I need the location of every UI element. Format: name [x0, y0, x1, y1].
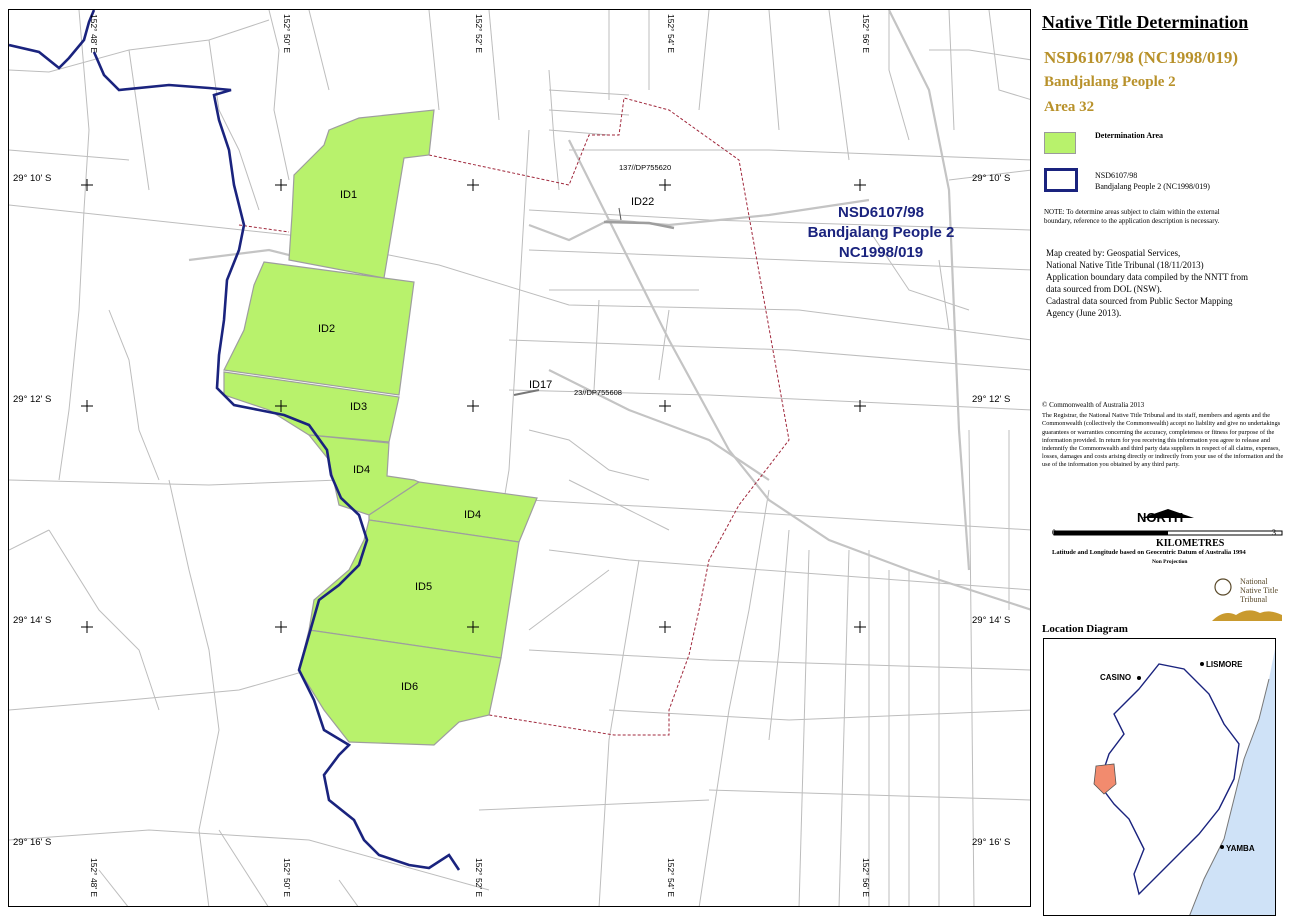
map-label-id5: ID5: [415, 581, 432, 593]
credits-line-6: Agency (June 2013).: [1046, 308, 1122, 318]
lat-label-left-2: 29° 12' S: [13, 394, 51, 405]
map-label-id22: ID22: [631, 196, 654, 208]
lon-label-bottom-3: 152° 52' E: [474, 858, 484, 897]
credits: Map created by: Geospatial Services, Nat…: [1046, 247, 1286, 319]
credits-line-1: Map created by: Geospatial Services,: [1046, 248, 1181, 258]
north-label: NORTH: [1137, 510, 1184, 525]
lat-label-right-4: 29° 16' S: [972, 837, 1010, 848]
credits-line-5: Cadastral data sourced from Public Secto…: [1046, 296, 1233, 306]
determination-area-swatch: [1044, 132, 1076, 154]
lon-label-bottom-1: 152° 48' E: [89, 858, 99, 897]
crest-icon: [1214, 578, 1232, 596]
location-diagram[interactable]: LISMORE CASINO YAMBA: [1043, 638, 1276, 916]
determination-areas[interactable]: [223, 109, 538, 746]
claim-name: Bandjalang People 2: [1044, 74, 1176, 90]
lon-label-top-1: 152° 48' E: [89, 14, 99, 53]
note-line-2: boundary, reference to the application d…: [1044, 217, 1220, 225]
nntt-logo-text: National Native Title Tribunal: [1240, 577, 1279, 604]
credits-line-4: data sourced from DOL (NSW).: [1046, 284, 1162, 294]
map-label-id3: ID3: [350, 401, 367, 413]
file-number: NSD6107/98 (NC1998/019): [1044, 48, 1239, 67]
boundary-label-1: NSD6107/98: [1095, 171, 1138, 180]
lon-label-bottom-2: 152° 50' E: [282, 858, 292, 897]
claim-label-1: NSD6107/98: [838, 204, 924, 221]
lat-label-right-2: 29° 12' S: [972, 394, 1010, 405]
map-canvas[interactable]: ID1 ID2 ID3 ID4 ID4 ID5 ID6 ID22 ID17 13…: [9, 10, 1031, 907]
map-label-id6: ID6: [401, 681, 418, 693]
credits-line-2: National Native Title Tribunal (18/11/20…: [1046, 260, 1204, 270]
scale-units: KILOMETRES: [1156, 538, 1225, 549]
projection-note: Non Projection: [1152, 559, 1188, 565]
scale-start: 0: [1052, 528, 1056, 537]
location-diagram-svg: LISMORE CASINO YAMBA: [1093, 649, 1275, 915]
map-label-id4a: ID4: [353, 464, 370, 476]
lat-label-right-1: 29° 10' S: [972, 173, 1010, 184]
map-label-id4b: ID4: [464, 509, 481, 521]
lat-label-left-1: 29° 10' S: [13, 173, 51, 184]
boundary-label-2: Bandjalang People 2 (NC1998/019): [1095, 182, 1210, 191]
lat-label-right-3: 29° 14' S: [972, 615, 1010, 626]
note-line-1: NOTE: To determine areas subject to clai…: [1044, 208, 1220, 216]
claim-label-3: NC1998/019: [839, 244, 923, 261]
lon-label-top-2: 152° 50' E: [282, 14, 292, 53]
legend-panel: Native Title Determination NSD6107/98 (N…: [1038, 9, 1290, 916]
lon-label-top-3: 152° 52' E: [474, 14, 484, 53]
town-lismore: LISMORE: [1206, 660, 1243, 669]
disclaimer: The Registrar, the National Native Title…: [1042, 412, 1284, 469]
copyright: © Commonwealth of Australia 2013: [1042, 401, 1145, 409]
scale-end: 3: [1272, 528, 1276, 537]
lon-label-bottom-5: 152° 56' E: [861, 858, 871, 897]
town-yamba: YAMBA: [1226, 844, 1255, 853]
datum-note: Latitude and Longitude based on Geocentr…: [1052, 549, 1246, 556]
lat-label-left-4: 29° 16' S: [13, 837, 51, 848]
parcel-label-2: 23//DP755608: [574, 388, 622, 397]
page-title: Native Title Determination: [1042, 12, 1249, 32]
map-label-id2: ID2: [318, 323, 335, 335]
town-casino: CASINO: [1100, 673, 1131, 682]
lon-label-bottom-4: 152° 54' E: [666, 858, 676, 897]
map-label-id17: ID17: [529, 379, 552, 391]
legal-text: © Commonwealth of Australia 2013 The Reg…: [1042, 401, 1288, 470]
map-frame[interactable]: ID1 ID2 ID3 ID4 ID4 ID5 ID6 ID22 ID17 13…: [8, 9, 1031, 907]
area-name: Area 32: [1044, 99, 1095, 115]
lat-label-left-3: 29° 14' S: [13, 615, 51, 626]
area-id1: [288, 109, 435, 279]
location-diagram-title: Location Diagram: [1042, 623, 1128, 635]
boundary-swatch: [1044, 168, 1078, 192]
claim-label-2: Bandjalang People 2: [808, 224, 955, 241]
cadastral-lines: [9, 10, 1030, 906]
lon-label-top-4: 152° 54' E: [666, 14, 676, 53]
parcel-label-1: 137//DP755620: [619, 163, 671, 172]
lon-label-top-5: 152° 56' E: [861, 14, 871, 53]
determination-area-label: Determination Area: [1095, 131, 1164, 140]
credits-line-3: Application boundary data compiled by th…: [1046, 272, 1249, 282]
map-label-id1: ID1: [340, 189, 357, 201]
